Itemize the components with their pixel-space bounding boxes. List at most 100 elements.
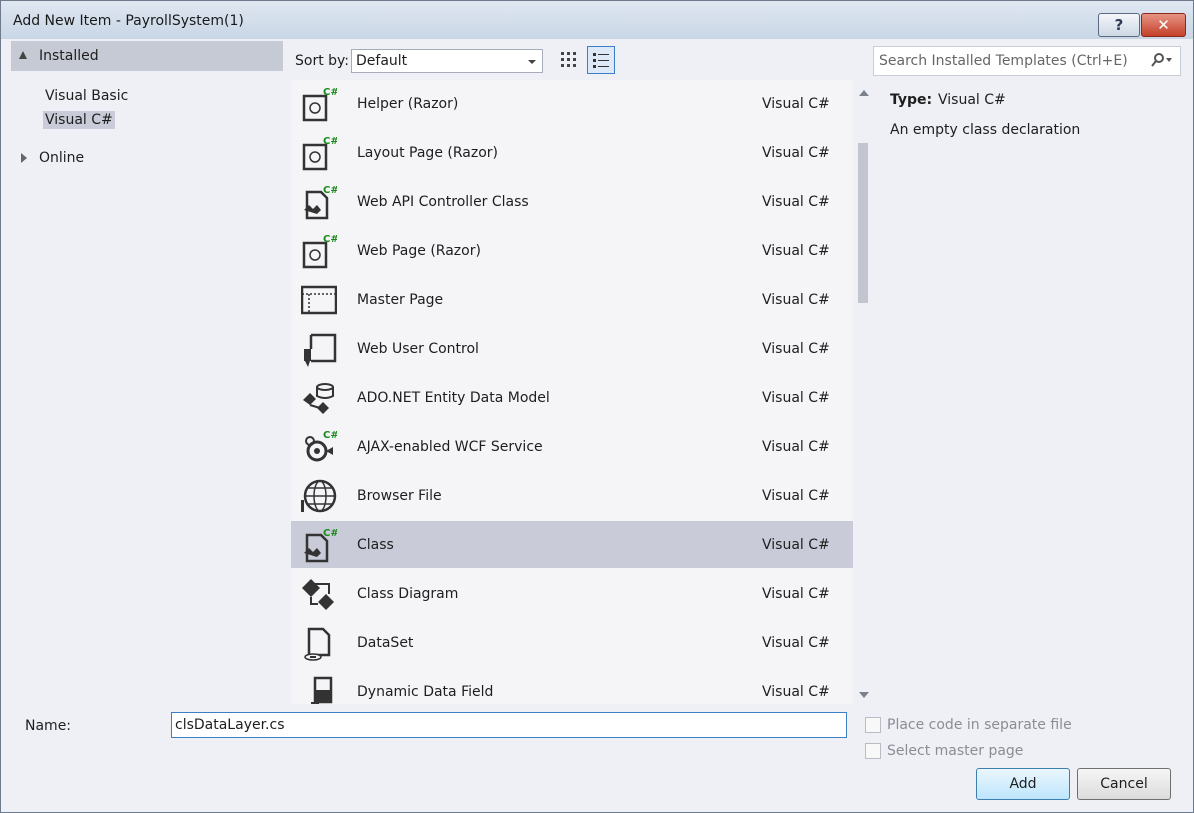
svg-text:C#: C# <box>323 234 337 245</box>
installed-header[interactable]: Installed <box>11 41 283 71</box>
template-name: Browser File <box>357 488 442 504</box>
list-item[interactable]: C# Web Page (Razor) Visual C# <box>291 227 853 274</box>
type-value: Visual C# <box>938 92 1006 108</box>
svg-text:C#: C# <box>323 430 337 441</box>
search-templates-input[interactable]: Search Installed Templates (Ctrl+E) <box>873 46 1181 76</box>
list-item[interactable]: ADO.NET Entity Data Model Visual C# <box>291 374 853 421</box>
medium-icons-view-button[interactable] <box>555 46 583 74</box>
place-code-label: Place code in separate file <box>887 717 1072 733</box>
search-placeholder: Search Installed Templates (Ctrl+E) <box>879 53 1128 69</box>
list-item[interactable]: C# AJAX-enabled WCF Service Visual C# <box>291 423 853 470</box>
tree-item-visual-csharp[interactable]: Visual C# <box>43 111 115 129</box>
template-name: ADO.NET Entity Data Model <box>357 390 550 406</box>
bottom-bar: Name: clsDataLayer.cs Place code in sepa… <box>1 707 1193 811</box>
web-api-controller-icon: C# <box>304 185 337 220</box>
select-master-page-label: Select master page <box>887 743 1024 759</box>
template-name: Layout Page (Razor) <box>357 145 498 161</box>
template-language: Visual C# <box>762 537 830 553</box>
list-item[interactable]: Class Diagram Visual C# <box>291 570 853 617</box>
scroll-down-arrow-icon[interactable] <box>859 692 869 698</box>
template-name: Dynamic Data Field <box>357 684 494 700</box>
dynamic-data-field-icon <box>311 676 333 704</box>
tree-item-online[interactable]: Online <box>39 150 84 166</box>
scrollbar-thumb[interactable] <box>858 143 868 303</box>
add-new-item-dialog: Add New Item - PayrollSystem(1) ? ✕ Inst… <box>0 0 1194 813</box>
list-item[interactable]: Browser File Visual C# <box>291 472 853 519</box>
template-list: C# Helper (Razor) Visual C# C# Layout Pa… <box>291 80 853 704</box>
template-name: DataSet <box>357 635 414 651</box>
type-label: Type: <box>890 92 933 108</box>
template-language: Visual C# <box>762 194 830 210</box>
window-title: Add New Item - PayrollSystem(1) <box>13 13 244 29</box>
sort-label: Sort by: <box>295 53 350 69</box>
installed-label: Installed <box>39 48 99 64</box>
chevron-down-icon <box>528 60 536 64</box>
template-name: Class Diagram <box>357 586 459 602</box>
svg-text:C#: C# <box>323 87 337 98</box>
template-description: An empty class declaration <box>890 122 1081 138</box>
wcf-service-icon: C# <box>305 430 337 462</box>
list-item[interactable]: DataSet Visual C# <box>291 619 853 666</box>
sort-dropdown[interactable]: Default <box>351 49 543 73</box>
razor-helper-icon: C# <box>302 87 337 122</box>
search-icon[interactable] <box>1150 52 1172 72</box>
template-name: Web API Controller Class <box>357 194 529 210</box>
list-view-icon <box>593 53 609 68</box>
tree-item-visual-basic[interactable]: Visual Basic <box>45 87 128 105</box>
template-language: Visual C# <box>762 439 830 455</box>
name-field-value: clsDataLayer.cs <box>175 717 285 733</box>
web-user-control-icon <box>304 333 337 367</box>
cancel-button[interactable]: Cancel <box>1077 768 1171 800</box>
scroll-up-arrow-icon[interactable] <box>859 90 869 96</box>
expand-triangle-icon[interactable] <box>19 51 27 59</box>
title-bar: Add New Item - PayrollSystem(1) ? ✕ <box>1 1 1193 39</box>
list-item[interactable]: C# Helper (Razor) Visual C# <box>291 80 853 127</box>
details-pane: Type: Visual C# An empty class declarati… <box>875 80 1181 704</box>
template-language: Visual C# <box>762 96 830 112</box>
add-button[interactable]: Add <box>976 768 1070 800</box>
template-language: Visual C# <box>762 145 830 161</box>
grid-view-icon <box>561 52 576 67</box>
dataset-icon <box>304 627 331 661</box>
list-item[interactable]: C# Web API Controller Class Visual C# <box>291 178 853 225</box>
template-language: Visual C# <box>762 488 830 504</box>
name-field[interactable]: clsDataLayer.cs <box>171 712 847 738</box>
template-language: Visual C# <box>762 292 830 308</box>
razor-layout-icon: C# <box>302 136 337 171</box>
close-button[interactable]: ✕ <box>1141 13 1186 37</box>
template-language: Visual C# <box>762 243 830 259</box>
template-language: Visual C# <box>762 341 830 357</box>
list-view-button[interactable] <box>587 46 615 74</box>
sort-bar: Sort by: Default <box>295 46 625 76</box>
template-language: Visual C# <box>762 390 830 406</box>
help-button[interactable]: ? <box>1098 13 1140 37</box>
template-name: Helper (Razor) <box>357 96 459 112</box>
template-name: Class <box>357 537 394 553</box>
list-item[interactable]: C# Layout Page (Razor) Visual C# <box>291 129 853 176</box>
entity-data-model-icon <box>303 383 334 414</box>
collapsed-triangle-icon[interactable] <box>21 153 27 163</box>
list-item[interactable]: Web User Control Visual C# <box>291 325 853 372</box>
template-name: Web Page (Razor) <box>357 243 481 259</box>
template-list-scrollbar[interactable] <box>853 80 873 704</box>
svg-text:C#: C# <box>323 185 337 196</box>
list-item[interactable]: Dynamic Data Field Visual C# <box>291 668 853 704</box>
name-label: Name: <box>25 718 72 734</box>
class-icon: C# <box>304 528 337 563</box>
template-name: Web User Control <box>357 341 479 357</box>
category-tree: Installed Visual Basic Visual C# Online <box>11 41 283 701</box>
razor-webpage-icon: C# <box>302 234 337 269</box>
class-diagram-icon <box>302 579 334 610</box>
browser-file-icon <box>301 479 337 513</box>
place-code-checkbox[interactable] <box>865 717 881 733</box>
template-name: AJAX-enabled WCF Service <box>357 439 543 455</box>
template-language: Visual C# <box>762 586 830 602</box>
list-item-selected[interactable]: C# Class Visual C# <box>291 521 853 568</box>
master-page-icon <box>301 285 337 315</box>
svg-text:C#: C# <box>323 528 337 539</box>
template-language: Visual C# <box>762 635 830 651</box>
svg-text:C#: C# <box>323 136 337 147</box>
sort-value: Default <box>356 53 408 69</box>
select-master-page-checkbox[interactable] <box>865 743 881 759</box>
list-item[interactable]: Master Page Visual C# <box>291 276 853 323</box>
